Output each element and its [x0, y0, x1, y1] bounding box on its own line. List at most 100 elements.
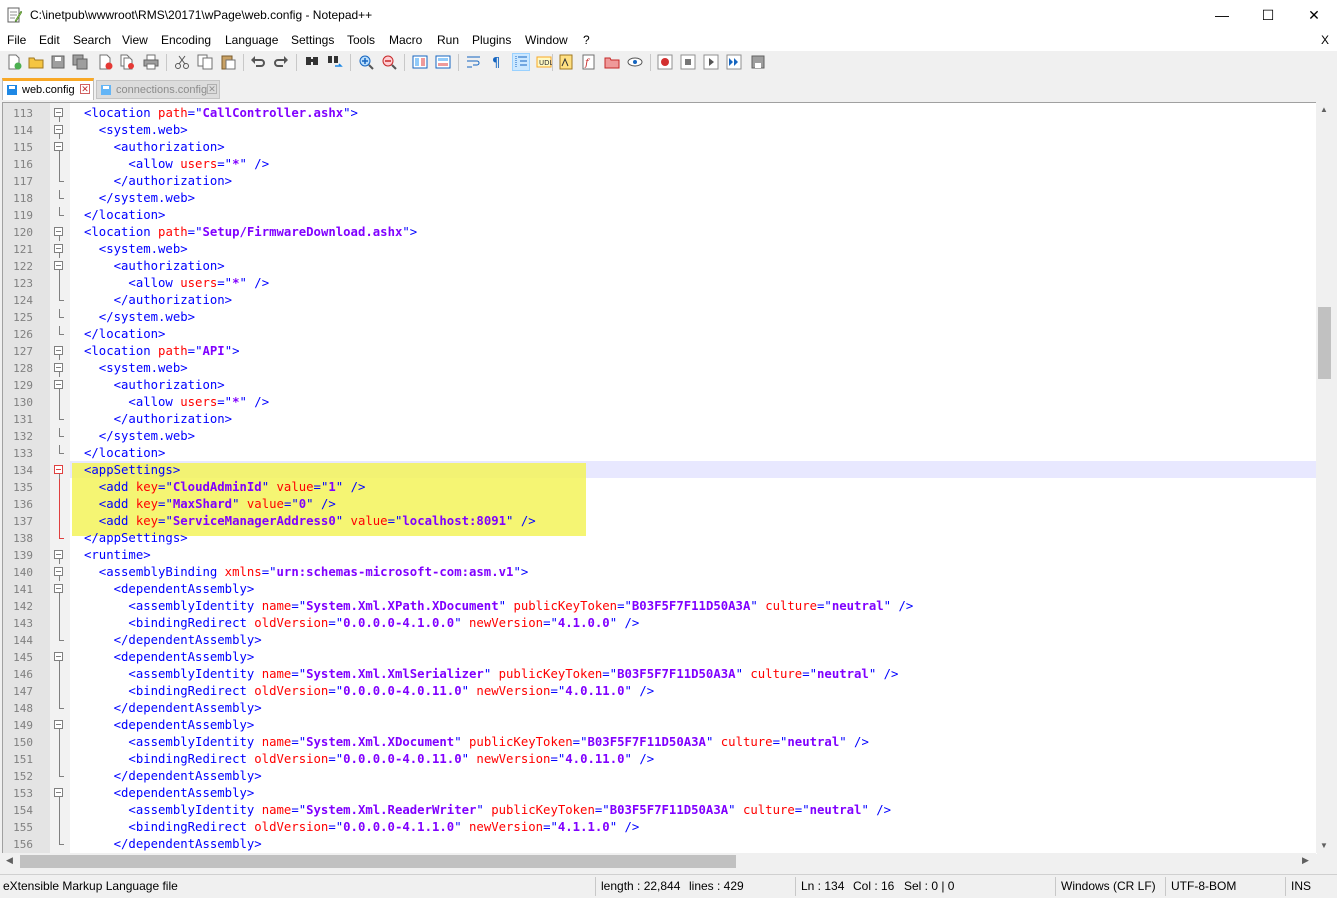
- code-line[interactable]: 152 </dependentAssembly>: [3, 768, 1317, 785]
- fold-toggle-icon[interactable]: [54, 584, 63, 593]
- menu-edit[interactable]: Edit: [39, 33, 60, 47]
- code-line[interactable]: 144 </dependentAssembly>: [3, 632, 1317, 649]
- code-line[interactable]: 124 </authorization>: [3, 292, 1317, 309]
- fold-toggle-icon[interactable]: [54, 550, 63, 559]
- maximize-button[interactable]: ☐: [1245, 0, 1291, 31]
- code-line[interactable]: 153 <dependentAssembly>: [3, 785, 1317, 802]
- code-line[interactable]: 131 </authorization>: [3, 411, 1317, 428]
- monitor-icon[interactable]: [627, 54, 643, 70]
- print-icon[interactable]: [143, 54, 159, 70]
- menu-language[interactable]: Language: [225, 33, 278, 47]
- indent-guide-icon[interactable]: [512, 53, 530, 71]
- user-language-icon[interactable]: UDL: [536, 54, 552, 70]
- code-line[interactable]: 113 <location path="CallController.ashx">: [3, 105, 1317, 122]
- fold-toggle-icon[interactable]: [54, 363, 63, 372]
- code-line[interactable]: 137 <add key="ServiceManagerAddress0" va…: [3, 513, 1317, 530]
- code-line[interactable]: 123 <allow users="*" />: [3, 275, 1317, 292]
- code-line[interactable]: 136 <add key="MaxShard" value="0" />: [3, 496, 1317, 513]
- menu-plugins[interactable]: Plugins: [472, 33, 511, 47]
- cut-icon[interactable]: [174, 54, 190, 70]
- code-line[interactable]: 135 <add key="CloudAdminId" value="1" />: [3, 479, 1317, 496]
- tab-connections-config[interactable]: connections.config ✕: [96, 80, 220, 99]
- code-line[interactable]: 150 <assemblyIdentity name="System.Xml.X…: [3, 734, 1317, 751]
- show-all-chars-icon[interactable]: ¶: [489, 54, 505, 70]
- fold-toggle-icon[interactable]: [54, 227, 63, 236]
- tab-close-icon[interactable]: ✕: [207, 84, 217, 94]
- fold-toggle-icon[interactable]: [54, 142, 63, 151]
- close-window-button[interactable]: ✕: [1291, 0, 1337, 31]
- save-macro-icon[interactable]: [750, 54, 766, 70]
- open-file-icon[interactable]: [28, 54, 44, 70]
- code-line[interactable]: 146 <assemblyIdentity name="System.Xml.X…: [3, 666, 1317, 683]
- code-line[interactable]: 154 <assemblyIdentity name="System.Xml.R…: [3, 802, 1317, 819]
- redo-icon[interactable]: [273, 54, 289, 70]
- code-line[interactable]: 130 <allow users="*" />: [3, 394, 1317, 411]
- close-icon[interactable]: [97, 54, 113, 70]
- code-line[interactable]: 141 <dependentAssembly>: [3, 581, 1317, 598]
- code-line[interactable]: 114 <system.web>: [3, 122, 1317, 139]
- code-line[interactable]: 138 </appSettings>: [3, 530, 1317, 547]
- code-line[interactable]: 149 <dependentAssembly>: [3, 717, 1317, 734]
- menu-search[interactable]: Search: [73, 33, 111, 47]
- record-macro-icon[interactable]: [657, 54, 673, 70]
- new-file-icon[interactable]: [6, 54, 22, 70]
- code-line[interactable]: 128 <system.web>: [3, 360, 1317, 377]
- code-line[interactable]: 129 <authorization>: [3, 377, 1317, 394]
- menu-settings[interactable]: Settings: [291, 33, 334, 47]
- tab-close-icon[interactable]: ✕: [80, 84, 90, 94]
- scroll-up-icon[interactable]: ▲: [1320, 105, 1328, 114]
- scroll-down-icon[interactable]: ▼: [1320, 841, 1328, 850]
- copy-icon[interactable]: [197, 54, 213, 70]
- close-all-icon[interactable]: [119, 54, 135, 70]
- code-line[interactable]: 117 </authorization>: [3, 173, 1317, 190]
- zoom-in-icon[interactable]: [358, 54, 374, 70]
- code-line[interactable]: 116 <allow users="*" />: [3, 156, 1317, 173]
- scroll-thumb[interactable]: [20, 855, 736, 868]
- folder-workspace-icon[interactable]: [604, 54, 620, 70]
- code-line[interactable]: 134 <appSettings>: [3, 462, 1317, 479]
- code-line[interactable]: 115 <authorization>: [3, 139, 1317, 156]
- code-line[interactable]: 127 <location path="API">: [3, 343, 1317, 360]
- function-list-icon[interactable]: f: [581, 54, 597, 70]
- code-line[interactable]: 156 </dependentAssembly>: [3, 836, 1317, 853]
- code-line[interactable]: 151 <bindingRedirect oldVersion="0.0.0.0…: [3, 751, 1317, 768]
- code-line[interactable]: 120 <location path="Setup/FirmwareDownloa…: [3, 224, 1317, 241]
- find-icon[interactable]: [304, 54, 320, 70]
- code-line[interactable]: 143 <bindingRedirect oldVersion="0.0.0.0…: [3, 615, 1317, 632]
- menu-view[interactable]: View: [122, 33, 148, 47]
- fold-toggle-icon[interactable]: [54, 380, 63, 389]
- fold-toggle-icon[interactable]: [54, 652, 63, 661]
- code-line[interactable]: 139 <runtime>: [3, 547, 1317, 564]
- menu-run[interactable]: Run: [437, 33, 459, 47]
- fold-toggle-icon[interactable]: [54, 244, 63, 253]
- status-eol[interactable]: Windows (CR LF): [1061, 879, 1156, 893]
- menu-encoding[interactable]: Encoding: [161, 33, 211, 47]
- scroll-right-icon[interactable]: ▶: [1302, 855, 1309, 866]
- menu-file[interactable]: File: [7, 33, 26, 47]
- menu-macro[interactable]: Macro: [389, 33, 422, 47]
- sync-vertical-icon[interactable]: [412, 54, 428, 70]
- close-document-button[interactable]: X: [1321, 33, 1329, 47]
- save-icon[interactable]: [50, 54, 66, 70]
- fold-toggle-icon[interactable]: [54, 108, 63, 117]
- status-encoding[interactable]: UTF-8-BOM: [1171, 879, 1236, 893]
- word-wrap-icon[interactable]: [466, 54, 482, 70]
- code-line[interactable]: 118 </system.web>: [3, 190, 1317, 207]
- replace-icon[interactable]: [327, 54, 343, 70]
- horizontal-scrollbar[interactable]: ◀ ▶: [2, 853, 1316, 870]
- menu-window[interactable]: Window: [525, 33, 568, 47]
- code-line[interactable]: 145 <dependentAssembly>: [3, 649, 1317, 666]
- stop-record-icon[interactable]: [680, 54, 696, 70]
- fold-toggle-icon[interactable]: [54, 261, 63, 270]
- fold-toggle-icon[interactable]: [54, 567, 63, 576]
- code-line[interactable]: 126 </location>: [3, 326, 1317, 343]
- code-line[interactable]: 121 <system.web>: [3, 241, 1317, 258]
- fold-toggle-icon[interactable]: [54, 465, 63, 474]
- code-line[interactable]: 119 </location>: [3, 207, 1317, 224]
- vertical-scrollbar[interactable]: ▲ ▼: [1316, 102, 1333, 853]
- code-line[interactable]: 142 <assemblyIdentity name="System.Xml.X…: [3, 598, 1317, 615]
- scroll-thumb[interactable]: [1318, 307, 1331, 379]
- menu-tools[interactable]: Tools: [347, 33, 375, 47]
- scroll-left-icon[interactable]: ◀: [6, 855, 13, 866]
- code-line[interactable]: 122 <authorization>: [3, 258, 1317, 275]
